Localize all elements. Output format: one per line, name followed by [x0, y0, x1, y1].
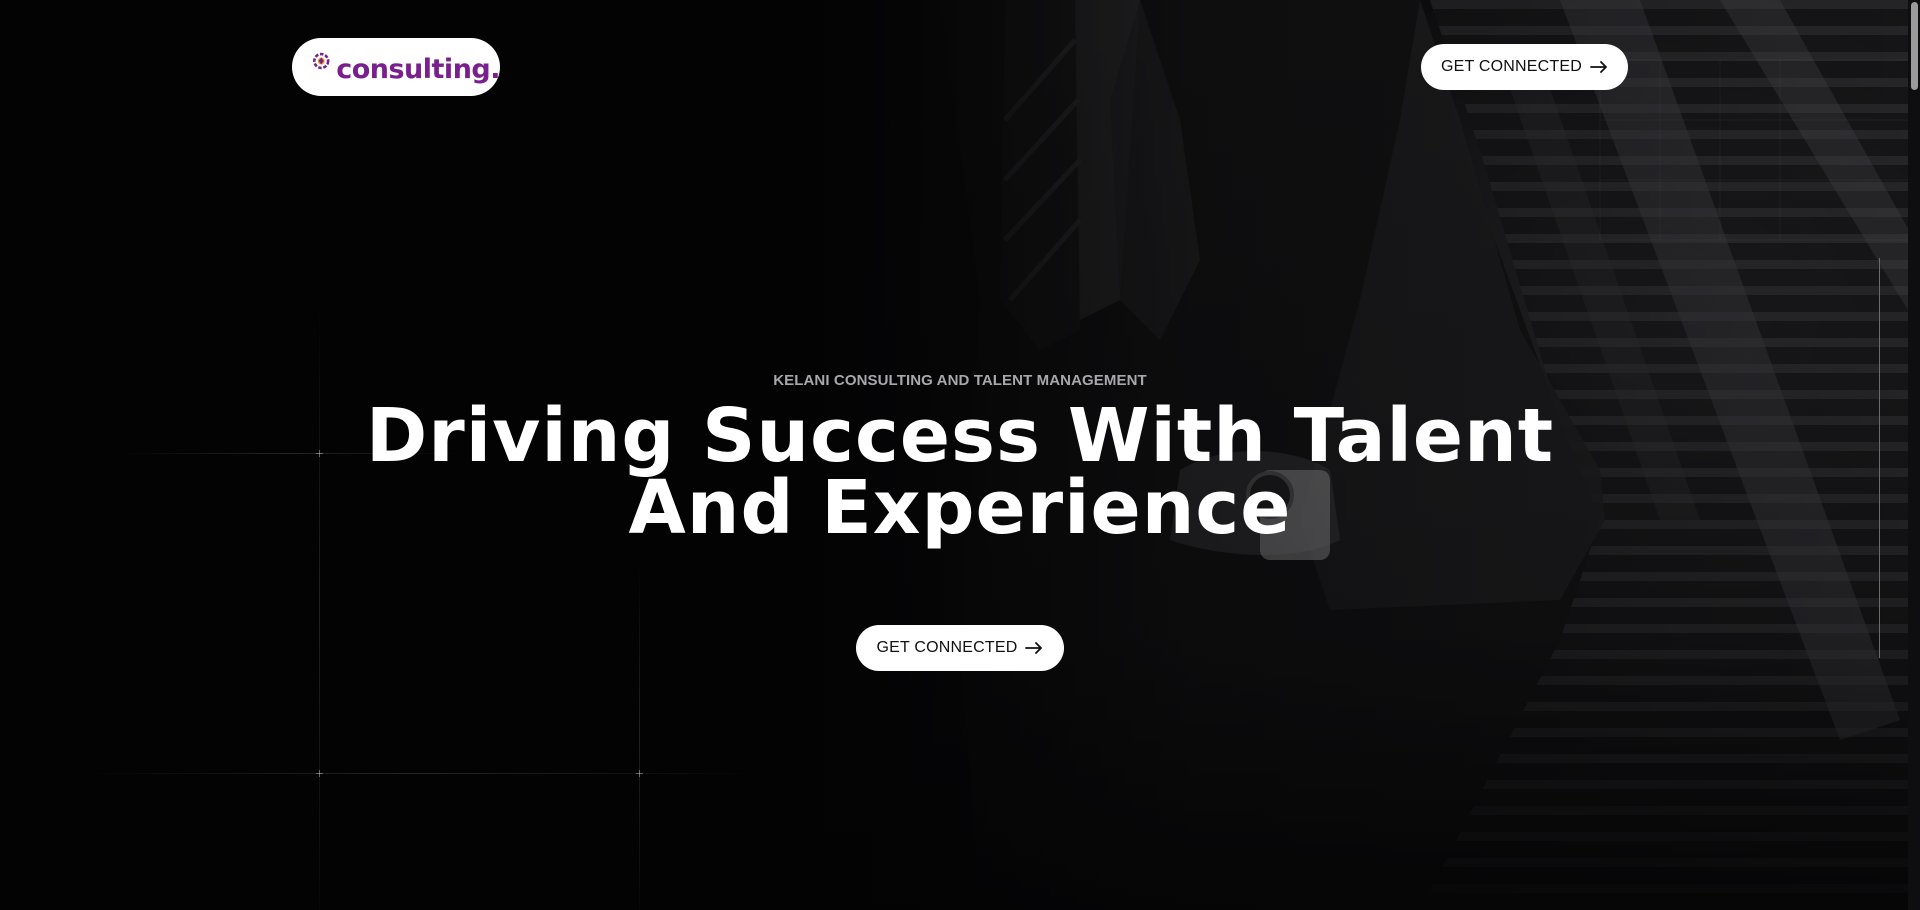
header-get-connected-button[interactable]: GET CONNECTED — [1421, 44, 1628, 90]
logo-link[interactable]: consulting. — [292, 38, 500, 96]
hero-headline: Driving Success With Talent And Experien… — [0, 393, 1920, 551]
arrow-right-icon — [1590, 61, 1607, 73]
hero-section: consulting. GET CONNECTED KELANI CONSULT… — [0, 0, 1920, 910]
page-scrollbar[interactable] — [1908, 0, 1920, 910]
scrollbar-thumb[interactable] — [1911, 2, 1918, 90]
logo-text: consulting. — [336, 53, 500, 85]
arrow-right-icon — [1025, 642, 1043, 654]
scroll-progress-line — [1879, 258, 1880, 658]
hero-get-connected-button[interactable]: GET CONNECTED — [856, 625, 1064, 671]
gear-spark-icon — [313, 52, 330, 70]
hero-cta-label: GET CONNECTED — [876, 639, 1018, 656]
header-cta-label: GET CONNECTED — [1441, 58, 1582, 75]
hero-headline-line-1: Driving Success With Talent — [365, 393, 1555, 479]
hero-headline-line-2: And Experience — [628, 465, 1292, 551]
hero-eyebrow: KELANI CONSULTING AND TALENT MANAGEMENT — [773, 372, 1147, 389]
